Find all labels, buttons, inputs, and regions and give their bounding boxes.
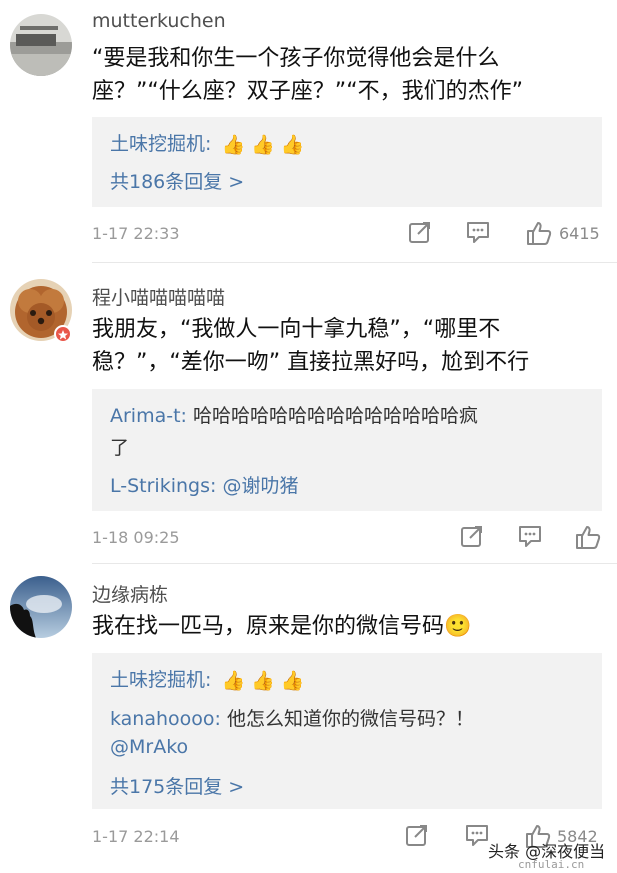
reply-line[interactable]: kanahoooo: 他怎么知道你的微信号码？！ <box>110 704 474 731</box>
avatar[interactable] <box>10 576 72 638</box>
share-button[interactable] <box>459 523 485 553</box>
comment-button[interactable] <box>464 822 490 852</box>
username[interactable]: 程小喵喵喵喵喵 <box>92 283 225 310</box>
comment-text: “要是我和你生一个孩子你觉得他会是什么 座？”“什么座？双子座？”“不，我们的杰… <box>92 42 592 108</box>
comment-line: 我在找一匹马，原来是你的微信号码 <box>92 614 445 639</box>
share-icon <box>461 526 482 547</box>
comment-item: 边缘病栋 我在找一匹马，原来是你的微信号码🙂 土味挖掘机: 👍 👍 👍 kanaho… <box>0 564 617 873</box>
timestamp: 1-17 22:14 <box>92 827 180 846</box>
thumbs-up-icon: 👍 <box>221 670 246 692</box>
reply-box[interactable]: 土味挖掘机: 👍 👍 👍 共186条回复 > <box>92 117 602 207</box>
comment-button[interactable] <box>465 219 491 249</box>
comment-footer: 1-18 09:25 <box>92 523 602 553</box>
reply-text: 了 <box>110 437 130 459</box>
reply-line[interactable]: 土味挖掘机: 👍 👍 👍 <box>110 665 310 692</box>
like-button[interactable] <box>525 219 553 249</box>
comment-line: “要是我和你生一个孩子你觉得他会是什么 <box>92 46 500 71</box>
mention-link[interactable]: @谢叻猪 <box>222 475 298 497</box>
more-replies-link[interactable]: 共186条回复 > <box>110 167 244 194</box>
verified-badge-icon <box>54 325 72 343</box>
comment-footer: 1-17 22:33 6415 <box>92 219 602 249</box>
reply-author[interactable]: 土味挖掘机: <box>110 669 211 691</box>
mention-link[interactable]: @MrAko <box>110 736 188 758</box>
reply-line[interactable]: 土味挖掘机: 👍 👍 👍 <box>110 129 310 156</box>
watermark-url: cnfulai.cn <box>518 858 585 871</box>
comment-line: 座？”“什么座？双子座？”“不，我们的杰作” <box>92 79 523 104</box>
comment-line: 我朋友，“我做人一向十拿九稳”，“哪里不 <box>92 317 501 342</box>
smile-emoji-icon: 🙂 <box>444 614 472 639</box>
thumbs-up-icon: 👍 <box>251 134 275 156</box>
more-replies-link[interactable]: 共175条回复 > <box>110 772 244 799</box>
like-icon <box>576 526 601 549</box>
comment-button[interactable] <box>517 523 543 553</box>
timestamp: 1-17 22:33 <box>92 224 180 243</box>
comment-icon <box>519 526 541 547</box>
username[interactable]: mutterkuchen <box>92 10 226 32</box>
comment-item: 程小喵喵喵喵喵 我朋友，“我做人一向十拿九稳”，“哪里不 稳？”，“差你一吻” … <box>0 263 617 563</box>
reply-text: 他怎么知道你的微信号码？！ <box>227 708 475 730</box>
like-button[interactable] <box>574 523 602 553</box>
thumbs-up-icon: 👍 <box>251 670 275 692</box>
comment-text: 我朋友，“我做人一向十拿九稳”，“哪里不 稳？”，“差你一吻” 直接拉黑好吗，尬… <box>92 313 592 379</box>
reply-line[interactable]: 了 <box>110 433 129 460</box>
reply-box[interactable]: 土味挖掘机: 👍 👍 👍 kanahoooo: 他怎么知道你的微信号码？！ @MrA… <box>92 653 602 809</box>
thumbs-up-icon: 👍 <box>280 670 305 692</box>
share-icon <box>406 825 427 846</box>
reply-line[interactable]: Arima-t: 哈哈哈哈哈哈哈哈哈哈哈哈哈哈疯 <box>110 401 478 428</box>
timestamp: 1-18 09:25 <box>92 528 180 547</box>
share-icon <box>409 222 430 243</box>
username[interactable]: 边缘病栋 <box>92 580 168 607</box>
reply-author[interactable]: Arima-t: <box>110 405 187 427</box>
share-button[interactable] <box>404 822 430 852</box>
reply-text: 哈哈哈哈哈哈哈哈哈哈哈哈哈哈疯 <box>193 405 479 427</box>
comment-item: mutterkuchen “要是我和你生一个孩子你觉得他会是什么 座？”“什么座… <box>0 0 617 262</box>
reply-line[interactable]: @MrAko <box>110 736 188 758</box>
comment-line: 稳？”，“差你一吻” 直接拉黑好吗，尬到不行 <box>92 350 530 375</box>
thumbs-up-emoji-group: 👍 👍 👍 <box>221 669 310 692</box>
reply-author[interactable]: 土味挖掘机: <box>110 133 211 155</box>
avatar[interactable] <box>10 14 72 76</box>
reply-box[interactable]: Arima-t: 哈哈哈哈哈哈哈哈哈哈哈哈哈哈疯 了 L-Strikings: … <box>92 389 602 511</box>
comment-icon <box>467 222 489 243</box>
like-icon <box>527 222 552 245</box>
reply-line[interactable]: L-Strikings: @谢叻猪 <box>110 471 298 498</box>
share-button[interactable] <box>407 219 433 249</box>
reply-author[interactable]: L-Strikings: <box>110 475 216 497</box>
comment-feed: mutterkuchen “要是我和你生一个孩子你觉得他会是什么 座？”“什么座… <box>0 0 617 873</box>
comment-text: 我在找一匹马，原来是你的微信号码🙂 <box>92 610 592 643</box>
thumbs-up-emoji-group: 👍 👍 👍 <box>221 133 310 156</box>
thumbs-up-icon: 👍 <box>280 134 305 156</box>
reply-author[interactable]: kanahoooo: <box>110 708 221 730</box>
thumbs-up-icon: 👍 <box>221 134 246 156</box>
like-count: 6415 <box>559 224 600 243</box>
comment-icon <box>466 825 488 846</box>
